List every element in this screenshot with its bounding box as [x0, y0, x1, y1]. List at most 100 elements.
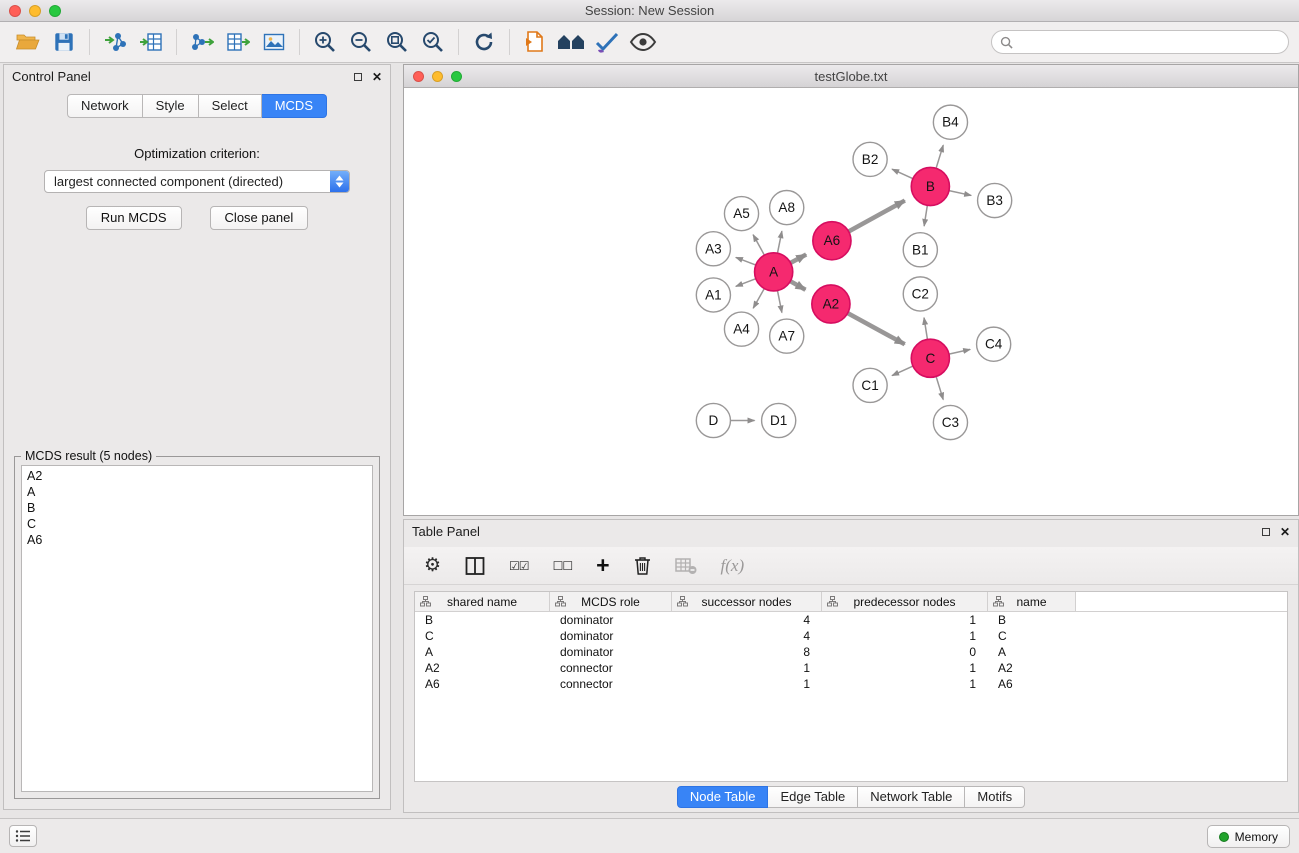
graph-node-A8[interactable]: A8 — [770, 191, 804, 225]
function-builder-icon[interactable]: f(x) — [721, 553, 745, 579]
table-body[interactable]: Bdominator41BCdominator41CAdominator80AA… — [415, 612, 1287, 692]
column-header-predecessor-nodes[interactable]: predecessor nodes — [822, 592, 988, 611]
tab-network[interactable]: Network — [67, 94, 143, 118]
maximize-window-button[interactable] — [49, 5, 61, 17]
graph-edge-B-B3[interactable] — [949, 191, 971, 196]
graph-node-A4[interactable]: A4 — [724, 312, 758, 346]
table-cell[interactable]: C — [415, 629, 550, 643]
table-cell[interactable]: dominator — [550, 645, 672, 659]
network-canvas[interactable]: B4B2BB3A5A8A6B1A3AA1A2C2A4A7C4CC1C3DD1 — [404, 88, 1298, 515]
column-header-shared-name[interactable]: shared name — [415, 592, 550, 611]
nested-networks-button[interactable] — [553, 26, 589, 58]
graph-edge-A-A6[interactable] — [791, 254, 807, 262]
show-columns-icon[interactable] — [465, 553, 485, 579]
close-window-button[interactable] — [9, 5, 21, 17]
table-row[interactable]: Adominator80A — [415, 644, 1287, 660]
graph-edge-C-C4[interactable] — [949, 349, 970, 354]
table-cell[interactable]: A6 — [415, 677, 550, 691]
graph-edge-A-A1[interactable] — [736, 279, 756, 287]
table-cell[interactable]: 1 — [822, 677, 988, 691]
graph-edge-C-C3[interactable] — [936, 376, 943, 399]
graph-edge-A-A5[interactable] — [753, 235, 764, 255]
result-item[interactable]: B — [22, 500, 372, 516]
tab-select[interactable]: Select — [199, 94, 262, 118]
table-cell[interactable]: 1 — [822, 613, 988, 627]
add-column-icon[interactable]: + — [596, 553, 609, 579]
column-header-name[interactable]: name — [988, 592, 1076, 611]
column-header-successor-nodes[interactable]: successor nodes — [672, 592, 822, 611]
import-network-button[interactable] — [97, 26, 133, 58]
graph-edge-A-A3[interactable] — [736, 257, 756, 265]
graph-node-A1[interactable]: A1 — [696, 278, 730, 312]
search-field[interactable] — [991, 30, 1289, 54]
close-panel-button[interactable]: Close panel — [210, 206, 309, 230]
tab-edge-table[interactable]: Edge Table — [768, 786, 858, 808]
table-settings-gear-icon[interactable]: ⚙ — [424, 553, 441, 579]
graph-node-B1[interactable]: B1 — [903, 233, 937, 267]
result-item[interactable]: C — [22, 516, 372, 532]
search-input[interactable] — [1018, 35, 1280, 49]
graph-edge-A-A8[interactable] — [777, 231, 781, 253]
graph-node-C4[interactable]: C4 — [977, 327, 1011, 361]
table-cell[interactable]: 1 — [672, 677, 822, 691]
graph-node-A[interactable]: A — [755, 253, 793, 291]
zoom-in-button[interactable] — [307, 26, 343, 58]
deselect-all-icon[interactable]: ☐☐ — [553, 553, 573, 579]
table-cell[interactable]: 8 — [672, 645, 822, 659]
table-cell[interactable]: 1 — [822, 661, 988, 675]
graph-edge-A2-C[interactable] — [848, 313, 905, 344]
result-item[interactable]: A2 — [22, 468, 372, 484]
table-cell[interactable]: connector — [550, 661, 672, 675]
export-network-button[interactable] — [184, 26, 220, 58]
graph-edge-A-A4[interactable] — [753, 289, 764, 309]
graph-edge-A6-B[interactable] — [849, 201, 905, 232]
graph-node-A2[interactable]: A2 — [812, 285, 850, 323]
visual-properties-button[interactable] — [589, 26, 625, 58]
table-row[interactable]: A6connector11A6 — [415, 676, 1287, 692]
zoom-fit-button[interactable] — [379, 26, 415, 58]
graph-node-C3[interactable]: C3 — [933, 405, 967, 439]
graph-node-C2[interactable]: C2 — [903, 277, 937, 311]
table-row[interactable]: Cdominator41C — [415, 628, 1287, 644]
task-history-button[interactable] — [9, 825, 37, 847]
first-neighbors-button[interactable] — [517, 26, 553, 58]
table-cell[interactable]: A — [415, 645, 550, 659]
tab-style[interactable]: Style — [143, 94, 199, 118]
graph-edge-A-A7[interactable] — [777, 291, 781, 313]
delete-table-icon[interactable] — [675, 553, 697, 579]
table-cell[interactable]: B — [415, 613, 550, 627]
column-header-MCDS-role[interactable]: MCDS role — [550, 592, 672, 611]
tab-motifs[interactable]: Motifs — [965, 786, 1025, 808]
graph-node-C1[interactable]: C1 — [853, 368, 887, 402]
graph-edge-A-A2[interactable] — [790, 281, 805, 290]
table-cell[interactable]: connector — [550, 677, 672, 691]
optimization-criterion-dropdown[interactable]: largest connected component (directed) — [44, 170, 350, 193]
table-cell[interactable]: 4 — [672, 629, 822, 643]
table-cell[interactable]: 0 — [822, 645, 988, 659]
close-network-button[interactable] — [413, 71, 424, 82]
graph-node-A6[interactable]: A6 — [813, 222, 851, 260]
graph-edge-B-B1[interactable] — [924, 205, 927, 226]
close-table-panel-icon[interactable]: ✕ — [1280, 526, 1290, 538]
table-row[interactable]: A2connector11A2 — [415, 660, 1287, 676]
graph-node-D[interactable]: D — [696, 403, 730, 437]
apply-layout-button[interactable] — [466, 26, 502, 58]
tab-mcds[interactable]: MCDS — [262, 94, 327, 118]
table-cell[interactable]: A6 — [988, 677, 1076, 691]
result-item[interactable]: A6 — [22, 532, 372, 548]
graph-edge-B-B2[interactable] — [892, 169, 913, 178]
tab-node-table[interactable]: Node Table — [677, 786, 769, 808]
graph-edge-B-B4[interactable] — [936, 145, 943, 168]
graph-node-A3[interactable]: A3 — [696, 232, 730, 266]
graph-edge-C-C1[interactable] — [892, 366, 913, 375]
result-item[interactable]: A — [22, 484, 372, 500]
float-panel-icon[interactable] — [354, 73, 362, 81]
table-cell[interactable]: A — [988, 645, 1076, 659]
delete-column-trash-icon[interactable] — [634, 553, 651, 579]
graph-node-B4[interactable]: B4 — [933, 105, 967, 139]
table-cell[interactable]: dominator — [550, 613, 672, 627]
zoom-selected-button[interactable] — [415, 26, 451, 58]
minimize-network-button[interactable] — [432, 71, 443, 82]
open-session-button[interactable] — [10, 26, 46, 58]
graph-node-D1[interactable]: D1 — [762, 403, 796, 437]
